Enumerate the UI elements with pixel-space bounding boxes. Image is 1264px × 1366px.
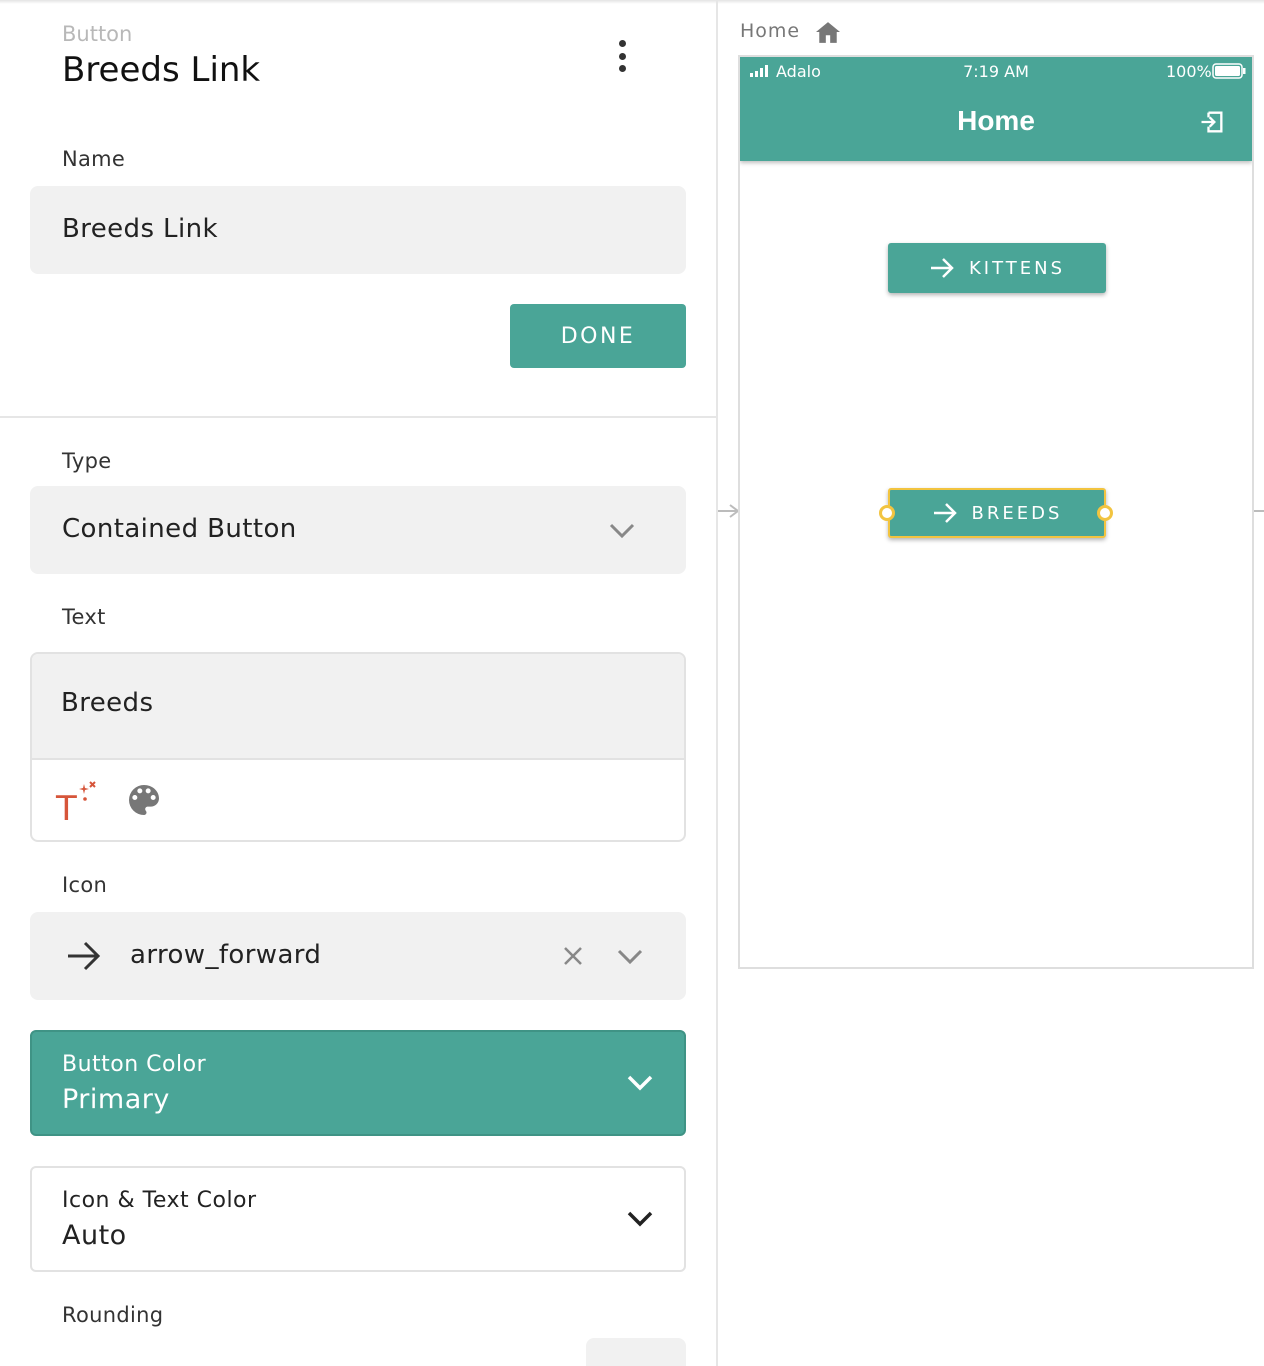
- chevron-down-icon: [627, 1075, 653, 1091]
- icon-text-color-select[interactable]: Icon & Text Color Auto: [30, 1166, 686, 1272]
- close-icon[interactable]: [562, 945, 584, 967]
- rounding-label: Rounding: [62, 1303, 164, 1327]
- status-battery: 100%: [1166, 62, 1212, 81]
- component-title: Breeds Link: [62, 50, 261, 90]
- battery-icon: [1212, 63, 1246, 79]
- breeds-button[interactable]: BREEDS: [888, 488, 1106, 538]
- type-select-value: Contained Button: [62, 514, 297, 544]
- more-options-icon[interactable]: [604, 36, 640, 76]
- arrow-forward-icon: [68, 941, 101, 971]
- icon-label: Icon: [62, 873, 108, 897]
- chevron-down-icon[interactable]: [616, 948, 644, 966]
- screen-breadcrumb-label: Home: [740, 20, 801, 42]
- breeds-button-label: BREEDS: [971, 502, 1063, 524]
- kittens-button[interactable]: KITTENS: [888, 243, 1106, 293]
- logout-icon[interactable]: [1198, 108, 1226, 136]
- name-label: Name: [62, 147, 126, 171]
- home-icon[interactable]: [814, 20, 842, 44]
- text-input[interactable]: Breeds: [32, 654, 684, 760]
- text-editor: Breeds T: [30, 652, 686, 842]
- svg-text:T: T: [55, 789, 77, 824]
- divider: [0, 416, 716, 418]
- text-input-value: Breeds: [61, 688, 154, 718]
- rounding-input[interactable]: [586, 1338, 686, 1366]
- kittens-button-label: KITTENS: [968, 257, 1066, 279]
- icon-select-value: arrow_forward: [130, 940, 322, 970]
- name-field-value: Breeds Link: [62, 214, 218, 244]
- icon-text-color-label: Icon & Text Color: [62, 1188, 257, 1213]
- arrow-forward-icon: [933, 503, 957, 523]
- button-color-value: Primary: [62, 1084, 170, 1115]
- screen-breadcrumb[interactable]: Home: [740, 20, 800, 42]
- properties-panel: Button Breeds Link Name Breeds Link DONE…: [0, 0, 718, 1366]
- type-select[interactable]: Contained Button: [30, 486, 686, 574]
- app-bar: Adalo 7:19 AM 100% Home: [740, 57, 1252, 161]
- resize-handle-left[interactable]: [879, 505, 895, 521]
- done-button[interactable]: DONE: [510, 304, 686, 368]
- type-label: Type: [62, 449, 112, 473]
- button-color-select[interactable]: Button Color Primary: [30, 1030, 686, 1136]
- arrow-forward-icon: [930, 258, 954, 278]
- chevron-down-icon: [609, 523, 635, 539]
- magic-text-icon[interactable]: T: [54, 780, 98, 824]
- resize-handle-right[interactable]: [1097, 505, 1113, 521]
- chevron-down-icon: [627, 1211, 653, 1227]
- component-kind: Button: [62, 22, 133, 46]
- app-bar-title: Home: [957, 105, 1035, 136]
- palette-icon[interactable]: [124, 780, 164, 820]
- icon-text-color-value: Auto: [62, 1220, 127, 1251]
- name-field[interactable]: Breeds Link: [30, 186, 686, 274]
- button-color-label: Button Color: [62, 1052, 207, 1077]
- icon-select[interactable]: arrow_forward: [30, 912, 686, 1000]
- phone-screen: Adalo 7:19 AM 100% Home KITTENS BREEDS: [738, 55, 1254, 969]
- text-label: Text: [62, 605, 106, 629]
